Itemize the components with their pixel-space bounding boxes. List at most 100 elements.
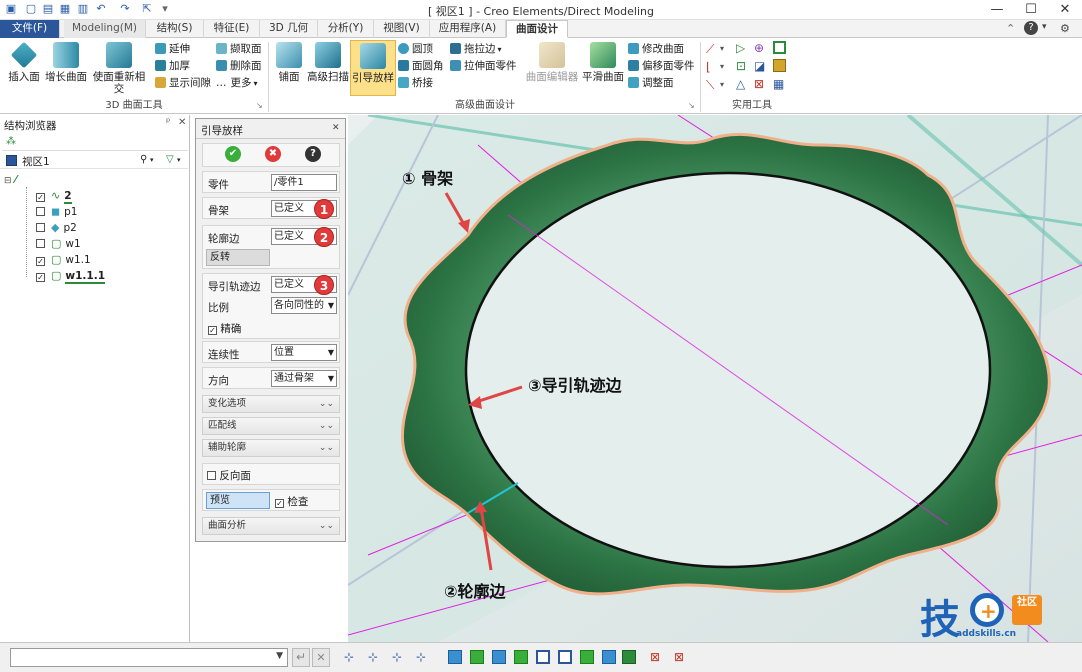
section-variation[interactable]: 变化选项 ⌄⌄ — [202, 395, 340, 413]
cancel-button[interactable]: ✖ — [265, 146, 281, 162]
reverse-face-checkbox[interactable] — [207, 471, 216, 480]
close-icon[interactable]: ✕ — [178, 117, 186, 128]
visibility-checkbox[interactable] — [36, 207, 45, 216]
help-icon[interactable]: ? — [1024, 21, 1038, 35]
view-plane-icon[interactable] — [602, 650, 616, 664]
bridge-button[interactable]: 桥接 — [398, 76, 433, 91]
viewport-row[interactable]: 视区1 ⚲ ▾ ▽ ▾ — [0, 153, 188, 169]
view-cube-icon[interactable] — [470, 650, 484, 664]
chevron-down-icon[interactable]: ▾ — [720, 62, 724, 71]
command-input[interactable]: ▼ — [10, 648, 288, 667]
grid-tool-icon[interactable]: ▦ — [773, 77, 784, 91]
offset-part-button[interactable]: 偏移面零件 — [628, 59, 695, 74]
chevron-down-icon[interactable]: ▾ — [150, 156, 154, 164]
analysis-tool-icon[interactable]: ⊕ — [754, 41, 764, 55]
extract-face-button[interactable]: 撷取面 — [216, 42, 262, 57]
collapse-icon[interactable]: ⊟ — [4, 176, 12, 186]
reverse-button[interactable]: 反转 — [206, 249, 270, 266]
grow-surface-button[interactable]: 增长曲面 — [44, 42, 88, 83]
cancel-command-icon[interactable]: ✕ — [312, 648, 330, 667]
tree-item[interactable]: ✓ ▢ w1.1.1 — [36, 268, 106, 284]
clip-icon[interactable]: ⊠ — [650, 650, 664, 664]
section-aux-profile[interactable]: 辅助轮廓 ⌄⌄ — [202, 439, 340, 457]
chevron-down-icon[interactable]: ▼ — [276, 651, 283, 661]
point-tool-icon[interactable]: ▷ — [736, 41, 745, 55]
tree-item[interactable]: ✓ ▢ w1.1 — [36, 252, 91, 267]
clip-icon[interactable]: ⊠ — [674, 650, 688, 664]
pin-icon[interactable]: ᵖ — [166, 117, 170, 128]
face-fillet-button[interactable]: 面圆角 — [398, 59, 444, 74]
dialog-launcher-icon[interactable]: ↘ — [688, 101, 695, 110]
check-checkbox[interactable]: ✓ — [275, 499, 284, 508]
dome-button[interactable]: 圆顶 — [398, 42, 433, 57]
surface-editor-button[interactable]: 曲面编辑器 — [524, 42, 580, 83]
smooth-surface-button[interactable]: 平滑曲面 — [580, 42, 626, 83]
visibility-checkbox[interactable]: ✓ — [36, 193, 45, 202]
tree-view-icon[interactable]: ⁂ — [6, 136, 16, 147]
view-plane-icon[interactable] — [536, 650, 550, 664]
insert-face-button[interactable]: 插入面 — [4, 41, 44, 83]
guided-loft-button[interactable]: 引导放样 — [350, 40, 396, 96]
tab-feature[interactable]: 特征(E) — [204, 20, 260, 38]
visibility-checkbox[interactable]: ✓ — [36, 257, 45, 266]
preview-button[interactable]: 预览 — [206, 492, 270, 509]
line-tool-icon[interactable]: ⟍ — [706, 78, 714, 93]
drag-edge-button[interactable]: 拖拉边 ▾ — [450, 42, 502, 57]
chevron-down-icon[interactable]: ▾ — [720, 80, 724, 89]
tree-root[interactable]: ⊟ ⁄ — [4, 173, 17, 188]
tree-item[interactable]: ◆ p2 — [36, 220, 77, 235]
visibility-checkbox[interactable] — [36, 223, 45, 232]
help-dropdown-icon[interactable]: ▾ — [1042, 22, 1047, 32]
part-field[interactable]: /零件1 — [271, 174, 337, 191]
tab-structure[interactable]: 结构(S) — [146, 20, 204, 38]
ok-button[interactable]: ✔ — [225, 146, 241, 162]
snap-icon[interactable]: ⊹ — [392, 650, 406, 664]
plane-tool-icon[interactable]: ⊡ — [736, 59, 746, 73]
close-button[interactable]: ✕ — [1048, 0, 1082, 20]
tab-file[interactable]: 文件(F) — [0, 20, 60, 38]
view-cube-icon[interactable] — [448, 650, 462, 664]
view-plane-icon[interactable] — [558, 650, 572, 664]
visibility-checkbox[interactable]: ✓ — [36, 273, 45, 282]
ribbon-collapse-icon[interactable]: ⌃ — [1006, 22, 1015, 35]
tab-analysis[interactable]: 分析(Y) — [318, 20, 374, 38]
reverse-face-checkbox-row[interactable]: 反向面 — [207, 468, 251, 483]
chevron-down-icon[interactable]: ▾ — [177, 156, 181, 164]
filter-icon[interactable]: ▽ — [166, 154, 174, 165]
snap-icon[interactable]: ⊹ — [344, 650, 358, 664]
tree-item[interactable]: ▢ w1 — [36, 236, 81, 251]
stretch-part-button[interactable]: 拉伸面零件 — [450, 59, 517, 74]
tab-applications[interactable]: 应用程序(A) — [430, 20, 506, 38]
section-match[interactable]: 匹配线 ⌄⌄ — [202, 417, 340, 435]
tree-item[interactable]: ✓ ∿ 2 — [36, 188, 72, 204]
maximize-button[interactable]: ☐ — [1014, 0, 1048, 20]
color-tool-icon[interactable] — [773, 59, 786, 72]
dialog-launcher-icon[interactable]: ↘ — [256, 101, 263, 110]
delete-face-button[interactable]: 删除面 — [216, 59, 262, 74]
adjust-face-button[interactable]: 调整面 — [628, 76, 674, 91]
axis-tool-icon[interactable]: ⌊ — [706, 60, 711, 74]
view-cube-icon[interactable] — [514, 650, 528, 664]
continuity-select[interactable]: 位置 ▼ — [271, 344, 337, 361]
sketch-tool-icon[interactable]: ⊠ — [754, 77, 764, 91]
precise-checkbox-row[interactable]: ✓ 精确 — [208, 321, 241, 336]
minimize-button[interactable]: — — [980, 0, 1014, 20]
binoculars-icon[interactable]: ⚲ — [140, 154, 147, 165]
visibility-checkbox[interactable] — [36, 239, 45, 248]
chevron-down-icon[interactable]: ▾ — [720, 44, 724, 53]
bend-tool-icon[interactable]: △ — [736, 77, 745, 91]
tab-modeling[interactable]: Modeling(M) — [64, 20, 146, 38]
advanced-sweep-button[interactable]: 高级扫描 — [306, 42, 350, 83]
more-button[interactable]: … 更多 ▾ — [216, 76, 258, 91]
tree-item[interactable]: ◼ p1 — [36, 204, 78, 219]
section-surface-analysis[interactable]: 曲面分析 ⌄⌄ — [202, 517, 340, 535]
3d-viewport[interactable]: ① 骨架 ③导引轨迹边 ②轮廓边 技 + 社区 addskills.cn — [348, 115, 1082, 642]
tab-surface-design[interactable]: 曲面设计 — [506, 20, 568, 38]
snap-icon[interactable]: ⊹ — [368, 650, 382, 664]
enter-icon[interactable]: ↵ — [292, 648, 310, 667]
help-button[interactable]: ? — [305, 146, 321, 162]
settings-icon[interactable]: ⚙ — [1060, 22, 1070, 35]
direction-select[interactable]: 通过骨架 ▼ — [271, 370, 337, 387]
view-plane-icon[interactable] — [580, 650, 594, 664]
show-gap-button[interactable]: 显示间隙 — [155, 76, 211, 91]
